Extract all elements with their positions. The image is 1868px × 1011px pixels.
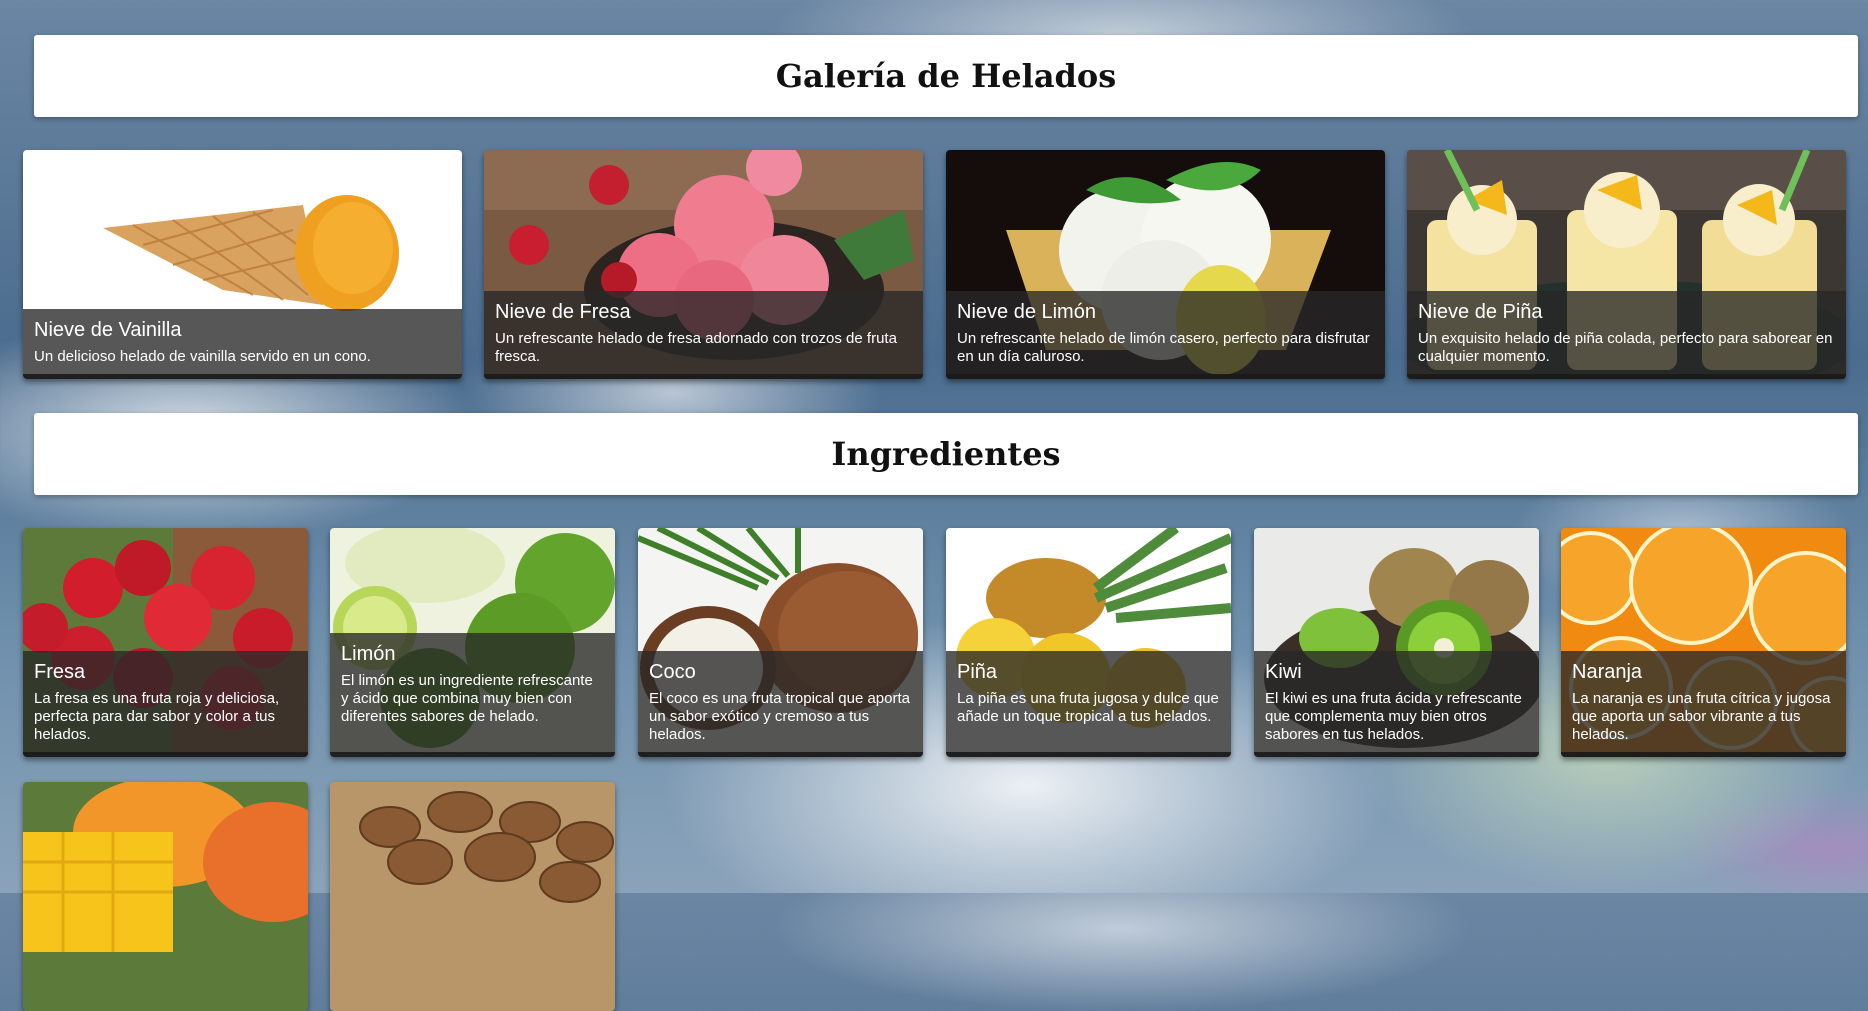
card-description: Un delicioso helado de vainilla servido … [34,348,371,365]
ingredient-card-nuez[interactable] [330,782,615,1011]
card-description: El coco es una fruta tropical que aporta… [649,690,910,743]
gallery-card-fresa[interactable]: Nieve de Fresa Un refrescante helado de … [484,150,923,379]
card-caption: Naranja La naranja es una fruta cítrica … [1561,651,1846,757]
card-title: Limón [341,643,396,665]
gallery-card-vainilla[interactable]: Nieve de Vainilla Un delicioso helado de… [23,150,462,379]
card-description: Un exquisito helado de piña colada, perf… [1418,330,1833,365]
card-description: Un refrescante helado de fresa adornado … [495,330,897,365]
card-caption: Piña La piña es una fruta jugosa y dulce… [946,651,1231,757]
card-caption: Limón El limón es un ingrediente refresc… [330,633,615,757]
card-caption: Nieve de Limón Un refrescante helado de … [946,291,1385,379]
card-caption: Fresa La fresa es una fruta roja y delic… [23,651,308,757]
gallery-title: Galería de Helados [775,57,1117,95]
ingredient-card-mango[interactable] [23,782,308,1011]
card-caption: Nieve de Piña Un exquisito helado de piñ… [1407,291,1846,379]
pecans-image [330,782,615,1011]
ingredient-card-limon[interactable]: Limón El limón es un ingrediente refresc… [330,528,615,757]
ingredient-card-naranja[interactable]: Naranja La naranja es una fruta cítrica … [1561,528,1846,757]
card-title: Nieve de Limón [957,301,1096,323]
ingredient-card-kiwi[interactable]: Kiwi El kiwi es una fruta ácida y refres… [1254,528,1539,757]
card-description: El kiwi es una fruta ácida y refrescante… [1265,690,1522,743]
gallery-header: Galería de Helados [34,35,1858,117]
ingredient-card-coco[interactable]: Coco El coco es una fruta tropical que a… [638,528,923,757]
ingredient-card-fresa[interactable]: Fresa La fresa es una fruta roja y delic… [23,528,308,757]
card-title: Nieve de Fresa [495,301,631,323]
ingredients-title: Ingredientes [831,435,1061,473]
gallery-card-limon[interactable]: Nieve de Limón Un refrescante helado de … [946,150,1385,379]
card-description: La fresa es una fruta roja y deliciosa, … [34,690,280,743]
card-description: La piña es una fruta jugosa y dulce que … [957,690,1219,725]
card-title: Kiwi [1265,661,1302,683]
card-title: Coco [649,661,696,683]
ingredients-header: Ingredientes [34,413,1858,495]
card-caption: Kiwi El kiwi es una fruta ácida y refres… [1254,651,1539,757]
ingredient-card-pina[interactable]: Piña La piña es una fruta jugosa y dulce… [946,528,1231,757]
card-description: El limón es un ingrediente refrescante y… [341,672,593,725]
card-title: Fresa [34,661,86,683]
card-title: Nieve de Vainilla [34,319,182,341]
card-title: Piña [957,661,998,683]
card-description: La naranja es una fruta cítrica y jugosa… [1572,690,1831,743]
card-caption: Nieve de Vainilla Un delicioso helado de… [23,309,462,379]
card-description: Un refrescante helado de limón casero, p… [957,330,1370,365]
gallery-card-pina[interactable]: Nieve de Piña Un exquisito helado de piñ… [1407,150,1846,379]
card-caption: Nieve de Fresa Un refrescante helado de … [484,291,923,379]
card-caption: Coco El coco es una fruta tropical que a… [638,651,923,757]
card-title: Naranja [1572,661,1643,683]
mango-image [23,782,308,1011]
card-title: Nieve de Piña [1418,301,1543,323]
